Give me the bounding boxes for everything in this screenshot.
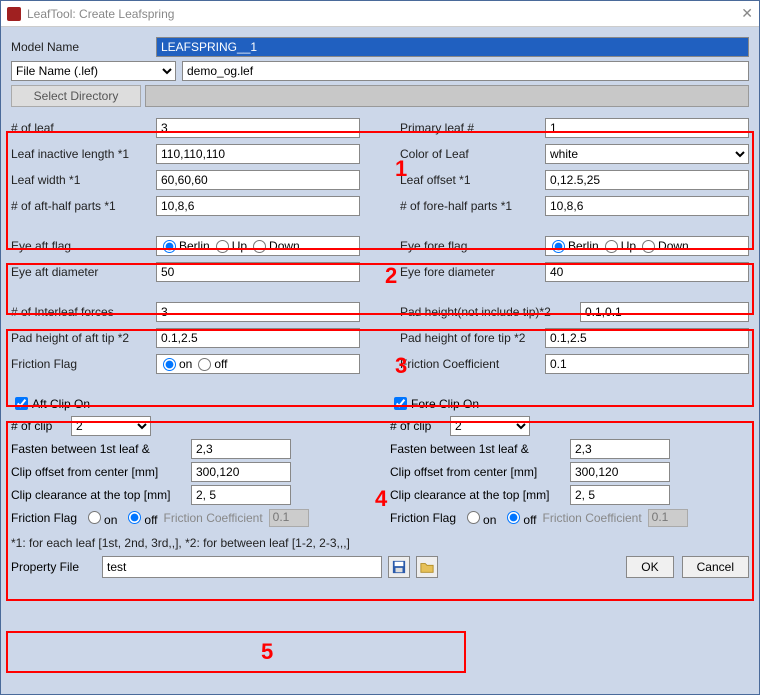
model-name-input[interactable] (156, 37, 749, 57)
aft-clip-on-label: Aft Clip On (32, 397, 90, 411)
inactive-length-label: Leaf inactive length *1 (11, 147, 156, 161)
eye-fore-dia-label: Eye fore diameter (400, 265, 545, 279)
folder-open-icon[interactable] (416, 556, 438, 578)
leaf-offset-input[interactable] (545, 170, 749, 190)
pad-fore-input[interactable] (545, 328, 749, 348)
fore-fasten-input[interactable] (570, 439, 670, 459)
window-title: LeafTool: Create Leafspring (27, 7, 174, 21)
ok-button[interactable]: OK (626, 556, 673, 578)
fore-half-input[interactable] (545, 196, 749, 216)
file-type-select[interactable]: File Name (.lef) (11, 61, 176, 81)
color-leaf-select[interactable]: white (545, 144, 749, 164)
friction-flag-group: on off (156, 354, 360, 374)
primary-leaf-label: Primary leaf # (400, 121, 545, 135)
fore-offset-input[interactable] (570, 462, 670, 482)
interleaf-label: # of Interleaf forces (11, 305, 156, 319)
fore-half-label: # of fore-half parts *1 (400, 199, 545, 213)
friction-on[interactable]: on (163, 357, 192, 371)
app-icon (7, 7, 21, 21)
leaf-offset-label: Leaf offset *1 (400, 173, 545, 187)
inactive-length-input[interactable] (156, 144, 360, 164)
fore-fcoef-value: 0.1 (648, 509, 688, 527)
aft-fcoef-value: 0.1 (269, 509, 309, 527)
fore-clear-label: Clip clearance at the top [mm] (390, 488, 570, 502)
eye-aft-down[interactable]: Down (253, 239, 300, 253)
aft-clip-on-checkbox[interactable] (15, 397, 28, 410)
aft-nclip-label: # of clip (11, 419, 71, 433)
pad-height-label: Pad height(not include tip)*2 (400, 305, 580, 319)
n-leaf-label: # of leaf (11, 121, 156, 135)
aft-half-input[interactable] (156, 196, 360, 216)
aft-fasten-label: Fasten between 1st leaf & (11, 442, 191, 456)
property-file-label: Property File (11, 560, 96, 574)
aft-fcoef-label: Friction Coefficient (164, 511, 263, 525)
property-file-input[interactable] (102, 556, 382, 578)
friction-flag-label: Friction Flag (11, 357, 156, 371)
aft-half-label: # of aft-half parts *1 (11, 199, 156, 213)
window: LeafTool: Create Leafspring ✕ Model Name… (0, 0, 760, 695)
aft-nclip-select[interactable]: 2 (71, 416, 151, 436)
friction-off[interactable]: off (198, 357, 227, 371)
eye-fore-up[interactable]: Up (605, 239, 636, 253)
fore-clip-column: Fore Clip On # of clip2 Fasten between 1… (390, 391, 749, 530)
close-icon[interactable]: ✕ (741, 5, 753, 22)
leaf-width-input[interactable] (156, 170, 360, 190)
fore-nclip-select[interactable]: 2 (450, 416, 530, 436)
eye-aft-flag-label: Eye aft flag (11, 239, 156, 253)
fore-fcoef-label: Friction Coefficient (543, 511, 642, 525)
aft-offset-input[interactable] (191, 462, 291, 482)
fore-fflag-on[interactable]: on (462, 508, 496, 527)
fore-clip-on-checkbox[interactable] (394, 397, 407, 410)
select-directory-button[interactable]: Select Directory (11, 85, 141, 107)
save-icon[interactable] (388, 556, 410, 578)
aft-fflag-label: Friction Flag (11, 511, 77, 525)
pad-height-input[interactable] (580, 302, 749, 322)
model-name-label: Model Name (11, 40, 156, 54)
file-name-input[interactable] (182, 61, 749, 81)
pad-aft-input[interactable] (156, 328, 360, 348)
fore-fasten-label: Fasten between 1st leaf & (390, 442, 570, 456)
leaf-width-label: Leaf width *1 (11, 173, 156, 187)
eye-fore-dia-input[interactable] (545, 262, 749, 282)
eye-aft-dia-label: Eye aft diameter (11, 265, 156, 279)
fore-fflag-label: Friction Flag (390, 511, 456, 525)
aft-fasten-input[interactable] (191, 439, 291, 459)
eye-fore-flag-group: Berlin Up Down (545, 236, 749, 256)
aft-clear-input[interactable] (191, 485, 291, 505)
aft-offset-label: Clip offset from center [mm] (11, 465, 191, 479)
annotation-box-5 (6, 631, 466, 673)
fore-fflag-off[interactable]: off (502, 508, 536, 527)
pad-fore-label: Pad height of fore tip *2 (400, 331, 545, 345)
fore-nclip-label: # of clip (390, 419, 450, 433)
eye-aft-up[interactable]: Up (216, 239, 247, 253)
primary-leaf-input[interactable] (545, 118, 749, 138)
footnote-text: *1: for each leaf [1st, 2nd, 3rd,,], *2:… (11, 536, 749, 550)
eye-fore-flag-label: Eye fore flag (400, 239, 545, 253)
titlebar: LeafTool: Create Leafspring ✕ (1, 1, 759, 27)
eye-aft-berlin[interactable]: Berlin (163, 239, 210, 253)
annotation-marker-5: 5 (261, 639, 273, 665)
aft-clip-column: Aft Clip On # of clip2 Fasten between 1s… (11, 391, 370, 530)
eye-fore-down[interactable]: Down (642, 239, 689, 253)
eye-fore-berlin[interactable]: Berlin (552, 239, 599, 253)
color-leaf-label: Color of Leaf (400, 147, 545, 161)
directory-bar (145, 85, 749, 107)
interleaf-input[interactable] (156, 302, 360, 322)
n-leaf-input[interactable] (156, 118, 360, 138)
fore-offset-label: Clip offset from center [mm] (390, 465, 570, 479)
aft-clear-label: Clip clearance at the top [mm] (11, 488, 191, 502)
eye-aft-dia-input[interactable] (156, 262, 360, 282)
pad-aft-label: Pad height of aft tip *2 (11, 331, 156, 345)
cancel-button[interactable]: Cancel (682, 556, 749, 578)
eye-aft-flag-group: Berlin Up Down (156, 236, 360, 256)
friction-coef-label: Friction Coefficient (400, 357, 545, 371)
aft-fflag-on[interactable]: on (83, 508, 117, 527)
content: Model Name File Name (.lef) Select Direc… (1, 27, 759, 588)
friction-coef-input[interactable] (545, 354, 749, 374)
aft-fflag-off[interactable]: off (123, 508, 157, 527)
fore-clip-on-label: Fore Clip On (411, 397, 479, 411)
fore-clear-input[interactable] (570, 485, 670, 505)
